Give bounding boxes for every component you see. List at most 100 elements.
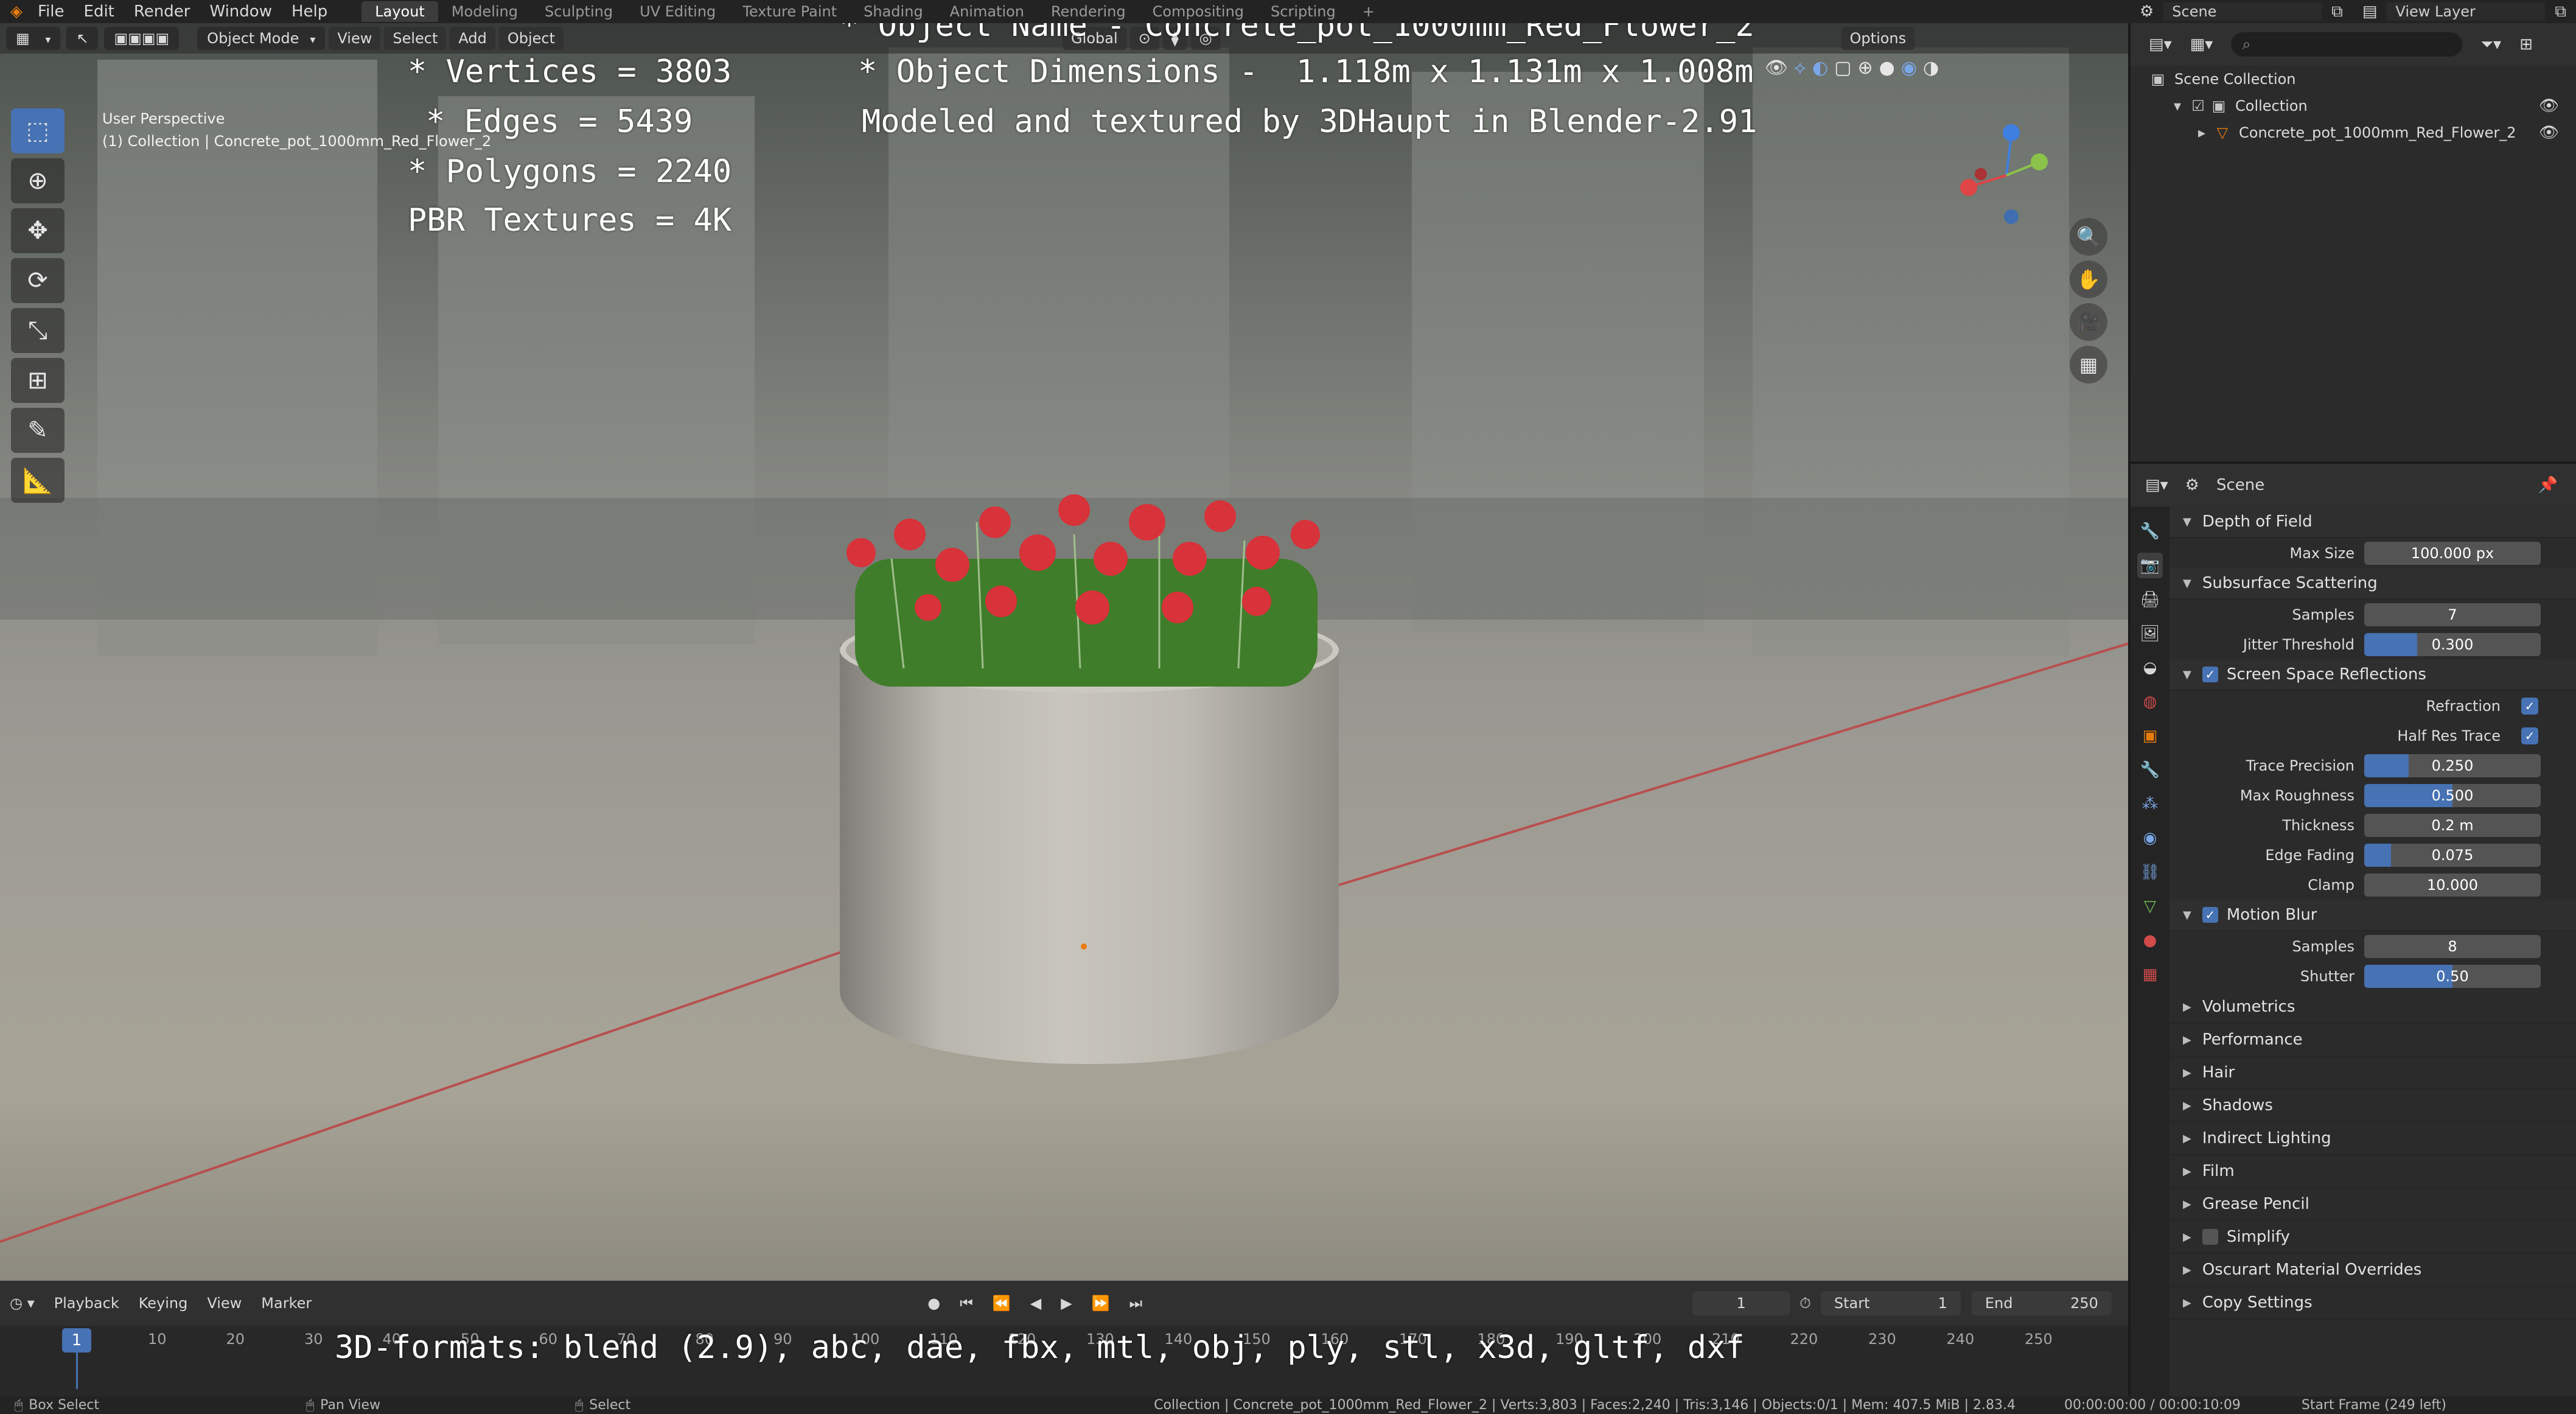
menu-timeline-view[interactable]: View bbox=[197, 1295, 251, 1312]
play-icon[interactable]: ▶ bbox=[1051, 1295, 1081, 1312]
display-mode-icon[interactable]: ▦▾ bbox=[2190, 35, 2213, 54]
gizmo-icon[interactable]: ⟡ bbox=[1794, 57, 1806, 79]
tab-animation[interactable]: Animation bbox=[937, 1, 1038, 22]
panel-screen-space-reflections[interactable]: ▼ ✓ Screen Space Reflections bbox=[2169, 659, 2576, 691]
gizmo-z-handle[interactable] bbox=[2003, 124, 2020, 141]
record-icon[interactable]: ● bbox=[918, 1295, 950, 1312]
constraints-tab-icon[interactable]: ⛓ bbox=[2137, 859, 2163, 885]
data-tab-icon[interactable]: ▽ bbox=[2137, 894, 2163, 919]
wireframe-shading-icon[interactable]: ⊕ bbox=[1857, 57, 1873, 79]
checkbox-icon[interactable]: ☑ bbox=[2188, 97, 2208, 114]
panel-shadows[interactable]: ▶ Shadows bbox=[2169, 1090, 2576, 1122]
object-mode-dropdown[interactable]: Object Mode ▾ bbox=[197, 27, 326, 50]
xray-icon[interactable]: ▢ bbox=[1834, 57, 1851, 79]
navigation-gizmo[interactable] bbox=[1946, 114, 2067, 248]
clock-icon[interactable]: ⏱ bbox=[1790, 1295, 1821, 1312]
menu-render[interactable]: Render bbox=[124, 2, 200, 21]
render-tab-icon[interactable]: 📷 bbox=[2137, 553, 2163, 578]
tab-compositing[interactable]: Compositing bbox=[1139, 1, 1257, 22]
new-collection-icon[interactable]: ⊞ bbox=[2519, 35, 2533, 54]
cursor-tool-icon[interactable]: ⊕ bbox=[11, 158, 65, 203]
filter-icon[interactable]: ⏷▾ bbox=[2480, 35, 2501, 54]
measure-tool-icon[interactable]: 📐 bbox=[11, 458, 65, 503]
tab-scripting[interactable]: Scripting bbox=[1257, 1, 1349, 22]
tab-shading[interactable]: Shading bbox=[850, 1, 937, 22]
transform-tool-icon[interactable]: ⊞ bbox=[11, 358, 65, 403]
simplify-checkbox[interactable]: ✓ bbox=[2202, 1229, 2218, 1245]
overlay-icon[interactable]: ◐ bbox=[1812, 57, 1828, 79]
motion-blur-samples-field[interactable]: 8 bbox=[2364, 934, 2541, 958]
options-button[interactable]: Options bbox=[1841, 27, 1915, 50]
modifier-tab-icon[interactable]: 🔧 bbox=[2137, 757, 2163, 783]
panel-depth-of-field[interactable]: ▼ Depth of Field bbox=[2169, 506, 2576, 538]
motion-blur-enable-checkbox[interactable]: ✓ bbox=[2202, 907, 2218, 923]
panel-copy-settings[interactable]: ▶ Copy Settings bbox=[2169, 1287, 2576, 1320]
pin-icon[interactable]: 📌 bbox=[2538, 476, 2558, 494]
zoom-icon[interactable]: 🔍 bbox=[2070, 218, 2107, 256]
outliner-row-object[interactable]: ▸ ▽ Concrete_pot_1000mm_Red_Flower_2 👁 bbox=[2131, 119, 2576, 146]
play-reverse-icon[interactable]: ◀ bbox=[1021, 1295, 1051, 1312]
panel-simplify[interactable]: ▶ ✓ Simplify bbox=[2169, 1221, 2576, 1254]
panel-film[interactable]: ▶ Film bbox=[2169, 1155, 2576, 1188]
timeline-editor-type-icon[interactable]: ◷ ▾ bbox=[0, 1295, 44, 1312]
new-scene-icon[interactable]: ⧉ bbox=[2322, 2, 2353, 21]
solid-shading-icon[interactable]: ● bbox=[1879, 57, 1895, 79]
eye-icon[interactable]: 👁 bbox=[2539, 124, 2559, 142]
menu-select[interactable]: Select bbox=[384, 27, 447, 50]
tab-modeling[interactable]: Modeling bbox=[438, 1, 531, 22]
add-workspace-button[interactable]: + bbox=[1349, 1, 1388, 22]
menu-add[interactable]: Add bbox=[450, 27, 495, 50]
blender-logo-icon[interactable]: ◈ bbox=[5, 0, 28, 23]
panel-motion-blur[interactable]: ▼ ✓ Motion Blur bbox=[2169, 900, 2576, 931]
tab-texture-paint[interactable]: Texture Paint bbox=[729, 1, 850, 22]
thickness-field[interactable]: 0.2 m bbox=[2364, 813, 2541, 837]
panel-performance[interactable]: ▶ Performance bbox=[2169, 1024, 2576, 1057]
camera-icon[interactable]: 🎥 bbox=[2070, 303, 2107, 341]
ssr-enable-checkbox[interactable]: ✓ bbox=[2202, 667, 2218, 682]
editor-type-button[interactable]: ▦ ▾ bbox=[6, 27, 61, 50]
tab-uv-editing[interactable]: UV Editing bbox=[626, 1, 729, 22]
output-tab-icon[interactable]: 🖨 bbox=[2137, 587, 2163, 612]
jump-start-icon[interactable]: ⏮ bbox=[950, 1295, 983, 1312]
scene-field[interactable]: Scene bbox=[2163, 2, 2322, 21]
shutter-slider[interactable]: 0.50 bbox=[2364, 964, 2541, 988]
select-tool-button[interactable]: ↖ bbox=[66, 27, 99, 50]
world-tab-icon[interactable]: ◍ bbox=[2137, 689, 2163, 715]
outliner-row-collection[interactable]: ▾ ☑ ▣ Collection 👁 bbox=[2131, 93, 2576, 119]
expand-triangle-icon[interactable]: ▸ bbox=[2191, 124, 2212, 141]
ortho-grid-icon[interactable]: ▦ bbox=[2070, 346, 2107, 383]
current-frame-field[interactable]: 1 bbox=[1692, 1291, 1790, 1315]
tab-layout[interactable]: Layout bbox=[361, 1, 438, 22]
tab-rendering[interactable]: Rendering bbox=[1038, 1, 1139, 22]
view-layer-tab-icon[interactable]: 🖼 bbox=[2137, 621, 2163, 646]
trace-precision-slider[interactable]: 0.250 bbox=[2364, 754, 2541, 777]
menu-edit[interactable]: Edit bbox=[74, 2, 124, 21]
visibility-icon[interactable]: 👁 bbox=[1765, 57, 1788, 79]
3d-viewport[interactable]: ▦ ▾ ↖ ▣▣▣▣ Object Mode ▾ View Select Add … bbox=[0, 23, 2128, 1281]
outliner-row-scene-collection[interactable]: ▣ Scene Collection bbox=[2131, 66, 2576, 93]
rendered-shading-icon[interactable]: ◑ bbox=[1923, 57, 1939, 79]
annotate-tool-icon[interactable]: ✎ bbox=[11, 408, 65, 453]
select-mode-buttons[interactable]: ▣▣▣▣ bbox=[104, 27, 180, 50]
refraction-checkbox[interactable]: ✓ bbox=[2521, 697, 2538, 715]
panel-grease-pencil[interactable]: ▶ Grease Pencil bbox=[2169, 1188, 2576, 1221]
menu-marker[interactable]: Marker bbox=[251, 1295, 321, 1312]
menu-playback[interactable]: Playback bbox=[44, 1295, 129, 1312]
gizmo-x-handle[interactable] bbox=[1960, 179, 1977, 196]
outliner-search-input[interactable]: ⌕ bbox=[2231, 32, 2463, 57]
start-frame-field[interactable]: Start 1 bbox=[1820, 1291, 1961, 1315]
clamp-field[interactable]: 10.000 bbox=[2364, 873, 2541, 897]
select-box-tool-icon[interactable]: ⬚ bbox=[11, 108, 65, 153]
menu-help[interactable]: Help bbox=[282, 2, 337, 21]
physics-tab-icon[interactable]: ◉ bbox=[2137, 825, 2163, 851]
max-size-field[interactable]: 100.000 px bbox=[2364, 541, 2541, 565]
eye-icon[interactable]: 👁 bbox=[2539, 97, 2559, 115]
properties-editor-type-icon[interactable]: ▤▾ bbox=[2145, 476, 2168, 494]
half-res-trace-checkbox[interactable]: ✓ bbox=[2521, 727, 2538, 744]
panel-oscurart-material-overrides[interactable]: ▶ Oscurart Material Overrides bbox=[2169, 1254, 2576, 1287]
menu-view[interactable]: View bbox=[329, 27, 381, 50]
menu-window[interactable]: Window bbox=[200, 2, 282, 21]
object-tab-icon[interactable]: ▣ bbox=[2137, 723, 2163, 749]
particles-tab-icon[interactable]: ⁂ bbox=[2137, 791, 2163, 817]
material-tab-icon[interactable]: ● bbox=[2137, 928, 2163, 953]
